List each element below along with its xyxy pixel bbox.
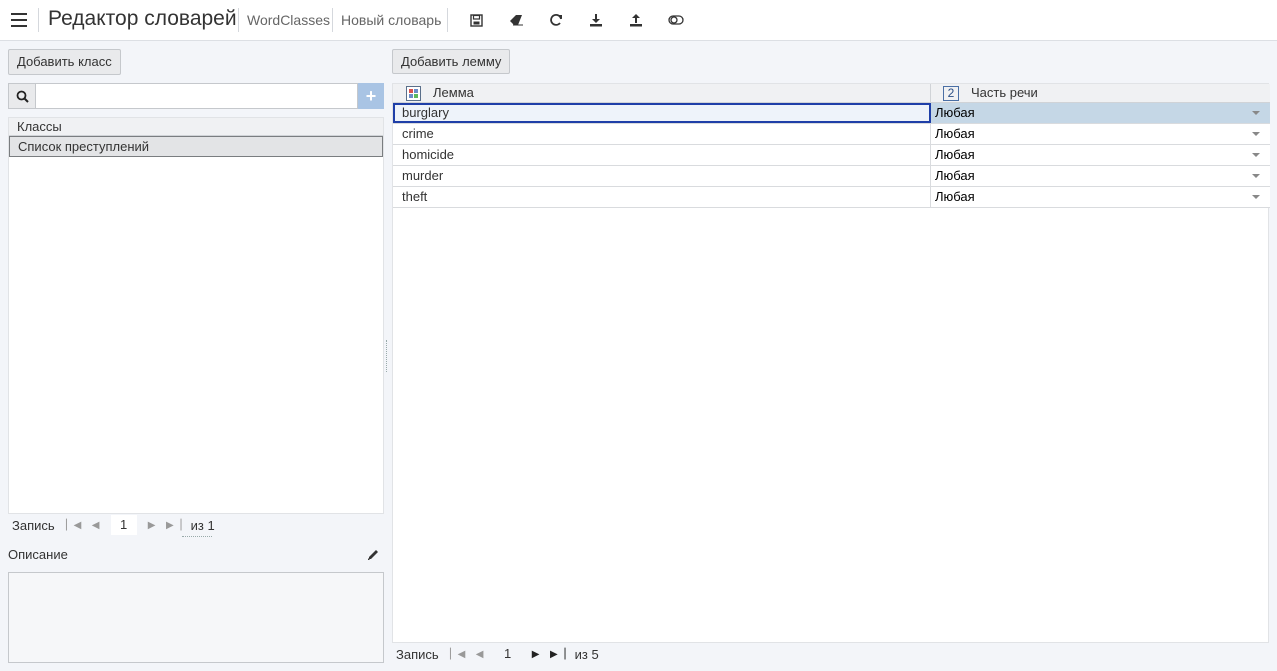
lemma-pager: Запись ▏◀ ◀ 1 ▶ ▶▕ из 5	[396, 643, 599, 665]
first-page-icon[interactable]: ▏◀	[63, 516, 85, 534]
description-box[interactable]	[8, 572, 384, 663]
table-row[interactable]: murder Любая	[393, 166, 1270, 187]
pos-value: Любая	[935, 126, 975, 141]
breadcrumb-dictionary[interactable]: Новый словарь	[341, 12, 441, 28]
sort-order-badge[interactable]: 2	[943, 86, 959, 101]
search-icon[interactable]	[8, 83, 36, 109]
table-row[interactable]: homicide Любая	[393, 145, 1270, 166]
lemma-cell[interactable]: crime	[393, 124, 931, 144]
add-icon[interactable]: +	[358, 83, 384, 109]
table-row[interactable]: theft Любая	[393, 187, 1270, 208]
download-icon[interactable]	[587, 11, 605, 29]
pos-value: Любая	[935, 168, 975, 183]
next-page-icon[interactable]: ▶	[141, 516, 163, 534]
column-divider[interactable]	[930, 84, 931, 103]
lemma-cell[interactable]: homicide	[393, 145, 931, 165]
table-row[interactable]: crime Любая	[393, 124, 1270, 145]
description-label: Описание	[8, 547, 68, 562]
pos-value: Любая	[935, 147, 975, 162]
pos-value: Любая	[935, 189, 975, 204]
breadcrumb-wordclasses[interactable]: WordClasses	[247, 12, 330, 28]
dropdown-arrow-icon[interactable]	[1252, 111, 1260, 115]
page-number[interactable]: 1	[495, 644, 521, 664]
app-title: Редактор словарей	[48, 7, 237, 30]
pos-cell[interactable]: Любая	[931, 124, 1270, 144]
classes-grid: Классы Список преступлений	[8, 117, 384, 514]
save-icon[interactable]	[467, 11, 485, 29]
next-page-icon[interactable]: ▶	[525, 645, 547, 663]
class-search: +	[8, 83, 384, 109]
pencil-icon[interactable]	[367, 548, 381, 562]
toggle-icon[interactable]	[667, 11, 685, 29]
lemma-cell[interactable]: burglary	[393, 103, 931, 123]
dropdown-arrow-icon[interactable]	[1252, 195, 1260, 199]
lemma-grid-header: Лемма 2 Часть речи	[393, 84, 1270, 103]
last-page-icon[interactable]: ▶▕	[163, 516, 185, 534]
horizontal-splitter[interactable]	[182, 536, 212, 538]
pos-cell[interactable]: Любая	[931, 187, 1270, 207]
add-class-button[interactable]: Добавить класс	[8, 49, 121, 75]
lemma-cell[interactable]: murder	[393, 166, 931, 186]
dropdown-arrow-icon[interactable]	[1252, 174, 1260, 178]
pager-label: Запись	[12, 517, 55, 533]
divider	[332, 8, 333, 32]
divider	[447, 8, 448, 32]
page-count: из 1	[190, 517, 215, 533]
eraser-icon[interactable]	[507, 11, 525, 29]
dropdown-arrow-icon[interactable]	[1252, 153, 1260, 157]
dropdown-arrow-icon[interactable]	[1252, 132, 1260, 136]
table-row[interactable]: burglary Любая	[393, 103, 1270, 124]
first-page-icon[interactable]: ▏◀	[447, 645, 469, 663]
divider	[38, 8, 39, 32]
list-item[interactable]: Список преступлений	[9, 136, 383, 157]
page-count: из 5	[574, 646, 599, 662]
prev-page-icon[interactable]: ◀	[85, 516, 107, 534]
top-toolbar: Редактор словарей WordClasses Новый слов…	[0, 0, 1277, 41]
pos-cell[interactable]: Любая	[931, 166, 1270, 186]
divider	[238, 8, 239, 32]
grid-settings-icon[interactable]	[406, 86, 421, 101]
pager-label: Запись	[396, 646, 439, 662]
column-header-lemma[interactable]: Лемма	[433, 84, 474, 103]
pos-value: Любая	[935, 105, 975, 120]
vertical-splitter[interactable]	[386, 340, 388, 372]
page-number[interactable]: 1	[110, 515, 137, 535]
refresh-icon[interactable]	[547, 11, 565, 29]
column-header-part-of-speech[interactable]: Часть речи	[971, 84, 1038, 103]
prev-page-icon[interactable]: ◀	[469, 645, 491, 663]
classes-header: Классы	[9, 118, 383, 136]
lemma-cell[interactable]: theft	[393, 187, 931, 207]
classes-pager: Запись ▏◀ ◀ 1 ▶ ▶▕ из 1	[12, 514, 215, 536]
last-page-icon[interactable]: ▶▕	[547, 645, 569, 663]
add-lemma-button[interactable]: Добавить лемму	[392, 49, 511, 74]
lemma-grid: Лемма 2 Часть речи burglary Любая crime …	[392, 83, 1270, 643]
menu-icon[interactable]	[11, 13, 27, 27]
pos-cell[interactable]: Любая	[931, 103, 1270, 123]
upload-icon[interactable]	[627, 11, 645, 29]
pos-cell[interactable]: Любая	[931, 145, 1270, 165]
search-input[interactable]	[35, 83, 358, 109]
